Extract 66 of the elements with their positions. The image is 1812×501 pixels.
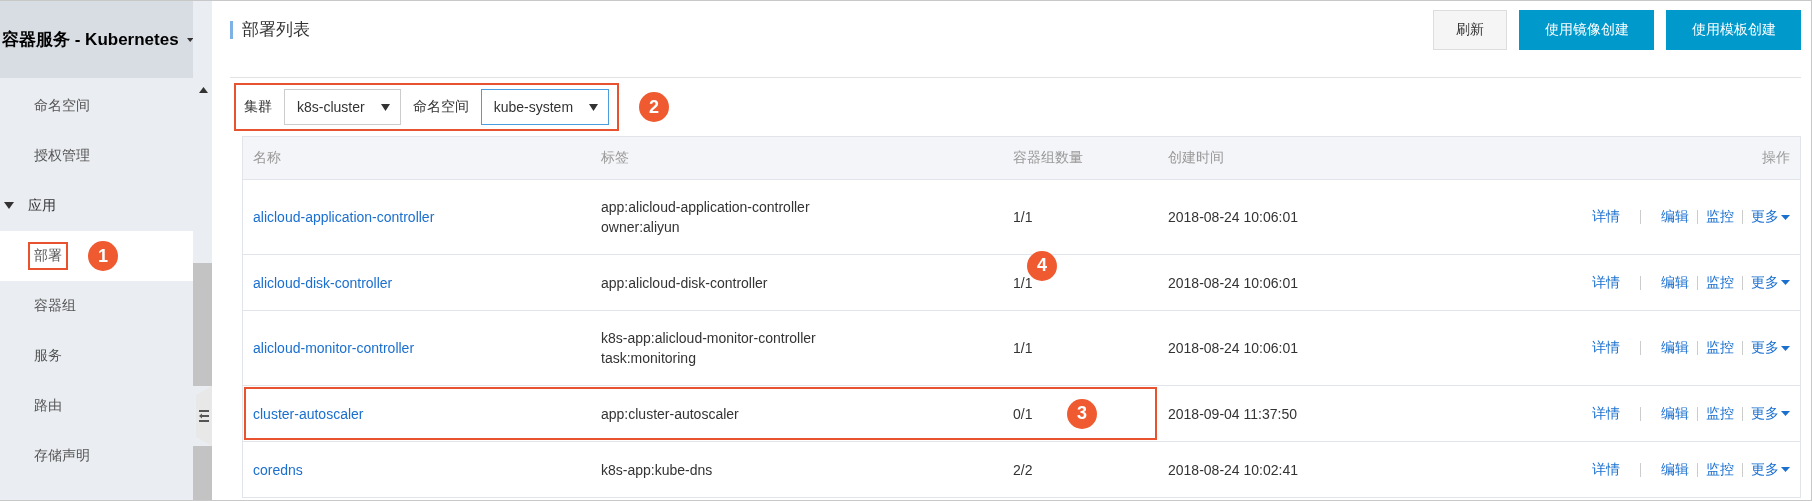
label-text: app:alicloud-application-controller <box>601 198 811 217</box>
page-title: 部署列表 <box>230 21 310 39</box>
created-time: 2018-09-04 11:37:50 <box>1167 405 1298 422</box>
deployment-link[interactable]: cluster-autoscaler <box>253 405 364 422</box>
deployment-link[interactable]: alicloud-monitor-controller <box>253 340 415 356</box>
created-time: 2018-08-24 10:06:01 <box>1167 340 1299 356</box>
action-link[interactable]: 详情 <box>1592 460 1620 479</box>
action-link[interactable]: 编辑 <box>1661 273 1689 292</box>
menu-item[interactable]: 路由 <box>0 381 193 431</box>
action-link[interactable]: 编辑 <box>1661 339 1689 357</box>
column-header: 创建时间 <box>1167 149 1225 167</box>
label-text: k8s-app:kube-dns <box>601 460 714 480</box>
label-text: app:alicloud-disk-controller <box>601 273 769 293</box>
action-link[interactable]: 监控 <box>1706 339 1734 357</box>
action-link[interactable]: 详情 <box>1592 273 1620 292</box>
action-link[interactable]: 监控 <box>1706 273 1734 292</box>
action-link[interactable]: 编辑 <box>1661 460 1689 479</box>
menu-item[interactable]: 授权管理 <box>0 131 193 181</box>
action-link[interactable]: 监控 <box>1706 404 1734 423</box>
callout-badge: 2 <box>639 92 670 122</box>
column-header: 操作 <box>1761 149 1791 167</box>
callout-badge: 3 <box>1067 398 1097 429</box>
created-time: 2018-08-24 10:02:41 <box>1167 461 1299 478</box>
select-field[interactable]: kube-system <box>480 89 610 125</box>
more-dropdown[interactable]: 更多 <box>1751 339 1790 357</box>
action-link[interactable]: 监控 <box>1706 460 1734 479</box>
column-header: 容器组数量 <box>1012 149 1084 167</box>
pod-count: 2/2 <box>1013 461 1033 478</box>
deployment-link[interactable]: alicloud-disk-controller <box>253 274 393 291</box>
column-header: 名称 <box>252 149 282 167</box>
create-button[interactable]: 使用模板创建 <box>1666 10 1801 50</box>
deployment-link[interactable]: coredns <box>253 461 303 478</box>
menu-item[interactable]: 命名空间 <box>0 81 193 131</box>
menu-item[interactable]: 容器组 <box>0 281 193 331</box>
menu-item[interactable]: 部署 1 <box>0 231 193 281</box>
deployment-link[interactable]: alicloud-application-controller <box>253 209 435 225</box>
more-dropdown[interactable]: 更多 <box>1751 208 1790 226</box>
more-dropdown[interactable]: 更多 <box>1751 404 1790 423</box>
callout-badge: 1 <box>88 241 118 271</box>
action-link[interactable]: 监控 <box>1706 208 1734 226</box>
action-link[interactable]: 详情 <box>1592 339 1620 357</box>
action-link[interactable]: 详情 <box>1592 404 1620 423</box>
label-text: app:cluster-autoscaler <box>601 404 740 424</box>
label-text: task:monitoring <box>601 349 697 368</box>
column-header: 标签 <box>600 149 630 167</box>
product-title[interactable]: 容器服务 - Kubernetes <box>2 28 179 51</box>
create-button[interactable]: 使用镜像创建 <box>1519 10 1654 50</box>
label-text: k8s-app:alicloud-monitor-controller <box>601 329 817 348</box>
pod-count: 1/1 <box>1013 209 1033 225</box>
menu-item[interactable]: 服务 <box>0 331 193 381</box>
menu-item[interactable]: 存储声明 <box>0 431 193 481</box>
more-dropdown[interactable]: 更多 <box>1751 273 1790 292</box>
more-dropdown[interactable]: 更多 <box>1751 460 1790 479</box>
label-text: owner:aliyun <box>601 218 681 237</box>
action-link[interactable]: 详情 <box>1592 208 1620 226</box>
filter-label: 集群 <box>244 98 272 116</box>
select-field[interactable]: k8s-cluster <box>284 89 401 125</box>
menu-group[interactable]: 应用 <box>0 181 193 231</box>
action-link[interactable]: 编辑 <box>1661 404 1689 423</box>
filter-label: 命名空间 <box>412 98 469 116</box>
created-time: 2018-08-24 10:06:01 <box>1167 209 1299 225</box>
action-link[interactable]: 编辑 <box>1661 208 1689 226</box>
refresh-button[interactable]: 刷新 <box>1433 10 1507 50</box>
pod-count: 1/1 <box>1013 340 1033 356</box>
pod-count: 0/1 <box>1013 405 1033 422</box>
created-time: 2018-08-24 10:06:01 <box>1167 274 1299 291</box>
